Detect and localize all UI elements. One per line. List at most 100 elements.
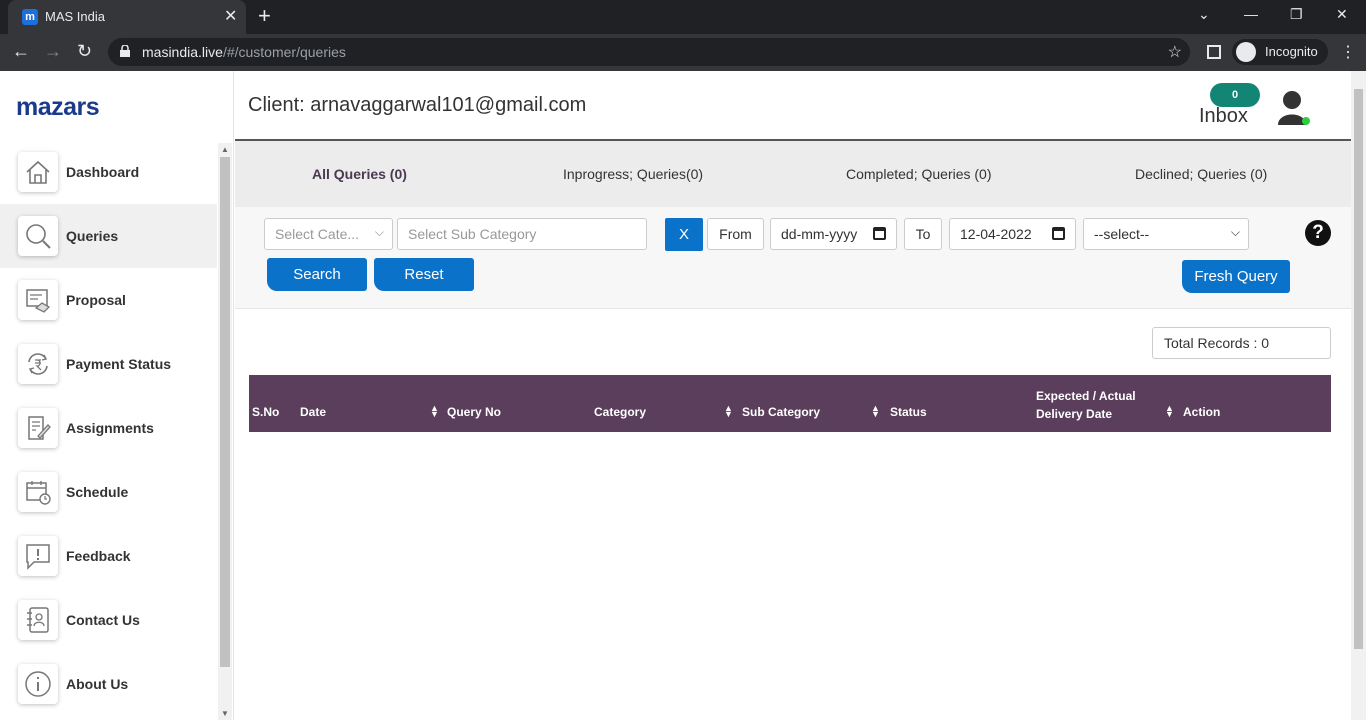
- column-query-no[interactable]: Query No: [447, 405, 501, 419]
- calendar-icon[interactable]: [1052, 227, 1065, 240]
- sidebar-item-label: Payment Status: [66, 356, 172, 372]
- mazars-logo[interactable]: mazars: [16, 93, 100, 122]
- contact-book-icon: [18, 600, 58, 640]
- sidebar-item-about-us[interactable]: About Us: [0, 652, 217, 716]
- lock-icon: [120, 45, 130, 57]
- sidebar: mazars Dashboard Queries Proposal Paymen…: [0, 71, 234, 720]
- column-expected-line2: Delivery Date: [1036, 407, 1113, 421]
- inbox-link[interactable]: Inbox: [1199, 105, 1248, 128]
- from-date-input[interactable]: dd-mm-yyyy: [770, 218, 897, 250]
- tab-search-icon[interactable]: ⌄: [1198, 6, 1210, 23]
- edit-document-icon: [18, 408, 58, 448]
- chevron-down-icon: ⌵: [374, 225, 384, 239]
- home-icon: [18, 152, 58, 192]
- page-scroll-thumb[interactable]: [1354, 89, 1363, 649]
- close-tab-icon[interactable]: ✕: [224, 6, 237, 26]
- online-status-dot: [1302, 117, 1310, 125]
- query-tabs: All Queries (0) Inprogress; Queries(0) C…: [235, 141, 1351, 207]
- restore-icon[interactable]: ❐: [1290, 6, 1303, 23]
- sidebar-item-contact-us[interactable]: Contact Us: [0, 588, 217, 652]
- to-label: To: [904, 218, 942, 250]
- sidebar-scroll-thumb[interactable]: [220, 157, 230, 667]
- total-records: Total Records : 0: [1152, 327, 1331, 359]
- clear-filter-button[interactable]: X: [665, 218, 703, 251]
- sort-icon[interactable]: ▲ ▼: [871, 404, 880, 419]
- client-title: Client: arnavaggarwal101@gmail.com: [248, 94, 587, 116]
- sidebar-item-schedule[interactable]: Schedule: [0, 460, 217, 524]
- sort-icon[interactable]: ▲ ▼: [1165, 404, 1174, 419]
- column-date[interactable]: Date: [300, 405, 326, 419]
- queries-table-header: S.No Date ▲ ▼ Query No Category ▲ ▼ Sub Ca…: [249, 375, 1331, 432]
- close-window-icon[interactable]: ✕: [1336, 6, 1348, 23]
- sidebar-item-feedback[interactable]: Feedback: [0, 524, 217, 588]
- category-placeholder: Select Cate...: [275, 226, 360, 242]
- column-category[interactable]: Category: [594, 405, 646, 419]
- browser-tab[interactable]: m MAS India ✕: [8, 0, 246, 34]
- side-panel-icon[interactable]: [1207, 45, 1221, 59]
- subcategory-select[interactable]: Select Sub Category: [397, 218, 647, 250]
- subcategory-placeholder: Select Sub Category: [408, 226, 537, 242]
- minimize-icon[interactable]: —: [1244, 6, 1258, 22]
- tab-all-queries[interactable]: All Queries (0): [312, 166, 407, 182]
- sidebar-item-label: Assignments: [66, 420, 154, 436]
- sidebar-item-label: Queries: [66, 228, 119, 244]
- rupee-refresh-icon: [18, 344, 58, 384]
- sidebar-item-payment-status[interactable]: Payment Status: [0, 332, 217, 396]
- favicon-icon: m: [22, 9, 38, 25]
- column-action: Action: [1183, 405, 1221, 419]
- to-date-input[interactable]: 12-04-2022: [949, 218, 1076, 250]
- column-expected-line1: Expected / Actual: [1036, 389, 1136, 403]
- proposal-icon: [18, 280, 58, 320]
- sidebar-scrollbar[interactable]: ▲ ▼: [218, 143, 232, 720]
- sidebar-item-dashboard[interactable]: Dashboard: [0, 140, 217, 204]
- tab-declined-queries[interactable]: Declined; Queries (0): [1135, 166, 1267, 182]
- sort-icon[interactable]: ▲ ▼: [430, 404, 439, 419]
- tab-inprogress-queries[interactable]: Inprogress; Queries(0): [563, 166, 703, 182]
- filter-panel: Select Cate... ⌵ Select Sub Category X F…: [235, 207, 1351, 309]
- page-scrollbar[interactable]: [1351, 71, 1366, 720]
- sidebar-item-label: Dashboard: [66, 164, 140, 180]
- chevron-down-icon: ⌵: [1230, 225, 1240, 239]
- fresh-query-button[interactable]: Fresh Query: [1182, 260, 1290, 293]
- incognito-badge[interactable]: Incognito: [1232, 39, 1328, 65]
- sidebar-item-proposal[interactable]: Proposal: [0, 268, 217, 332]
- back-icon[interactable]: ←: [12, 41, 30, 62]
- inbox-count-badge[interactable]: 0: [1210, 83, 1260, 107]
- bookmark-star-icon[interactable]: ☆: [1168, 42, 1182, 62]
- browser-tabbar: m MAS India ✕ + ⌄ — ❐ ✕: [0, 0, 1366, 34]
- sidebar-item-queries[interactable]: Queries: [0, 204, 217, 268]
- sidebar-item-assignments[interactable]: Assignments: [0, 396, 217, 460]
- scroll-down-icon[interactable]: ▼: [221, 709, 229, 718]
- search-icon: [18, 216, 58, 256]
- from-label: From: [707, 218, 764, 250]
- column-sub-category[interactable]: Sub Category: [742, 405, 820, 419]
- calendar-icon[interactable]: [873, 227, 886, 240]
- category-select[interactable]: Select Cate... ⌵: [264, 218, 393, 250]
- info-icon: [18, 664, 58, 704]
- browser-menu-icon[interactable]: ⋮: [1340, 42, 1356, 62]
- feedback-icon: [18, 536, 58, 576]
- sidebar-item-label: Feedback: [66, 548, 131, 564]
- from-date-value: dd-mm-yyyy: [781, 226, 858, 242]
- help-icon[interactable]: ?: [1305, 220, 1331, 246]
- scroll-up-icon[interactable]: ▲: [221, 145, 229, 154]
- column-status[interactable]: Status: [890, 405, 927, 419]
- forward-icon[interactable]: →: [44, 41, 62, 62]
- sidebar-item-label: Proposal: [66, 292, 126, 308]
- reset-button[interactable]: Reset: [374, 258, 474, 291]
- to-date-value: 12-04-2022: [960, 226, 1032, 242]
- calendar-clock-icon: [18, 472, 58, 512]
- sort-icon[interactable]: ▲ ▼: [724, 404, 733, 419]
- column-expected-delivery[interactable]: Expected / Actual Delivery Date: [1036, 387, 1136, 423]
- search-button[interactable]: Search: [267, 258, 367, 291]
- sidebar-item-label: Contact Us: [66, 612, 140, 628]
- address-bar[interactable]: masindia.live/#/customer/queries ☆: [108, 38, 1190, 66]
- incognito-icon: [1236, 42, 1256, 62]
- sidebar-item-label: Schedule: [66, 484, 129, 500]
- sidebar-item-label: About Us: [66, 676, 129, 692]
- status-select[interactable]: --select-- ⌵: [1083, 218, 1249, 250]
- reload-icon[interactable]: ↻: [77, 41, 92, 62]
- new-tab-icon[interactable]: +: [258, 3, 271, 29]
- tab-completed-queries[interactable]: Completed; Queries (0): [846, 166, 992, 182]
- column-sno: S.No: [252, 405, 280, 419]
